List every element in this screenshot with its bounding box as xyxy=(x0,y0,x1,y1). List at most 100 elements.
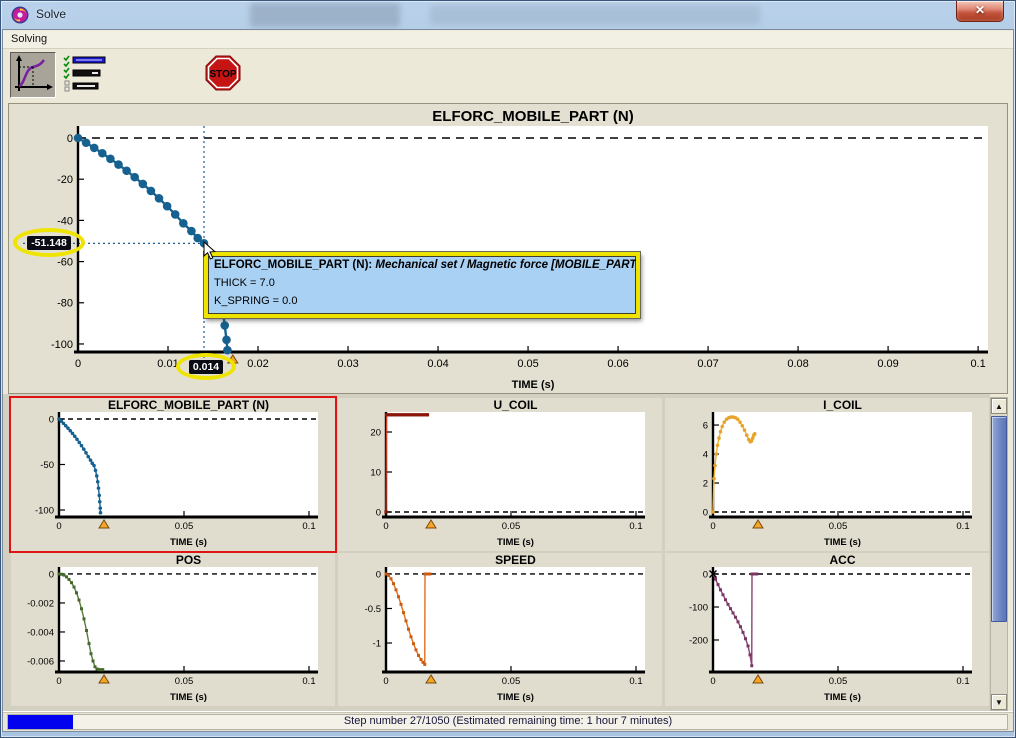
svg-text:-100: -100 xyxy=(35,505,54,516)
svg-text:6: 6 xyxy=(703,420,708,431)
svg-text:-0.004: -0.004 xyxy=(27,627,54,638)
svg-text:-100: -100 xyxy=(51,339,73,351)
svg-text:0.05: 0.05 xyxy=(175,676,194,687)
chart-thumb-icoil[interactable]: I_COIL 0 0.05 0.1 0 2 4 6 TIME (s) xyxy=(665,398,989,551)
svg-text:0.05: 0.05 xyxy=(502,521,521,532)
y-value-highlight-ellipse: -51.148 xyxy=(13,228,85,257)
svg-text:0: 0 xyxy=(49,569,54,580)
svg-text:ELFORC_MOBILE_PART (N): ELFORC_MOBILE_PART (N) xyxy=(432,108,633,125)
close-button[interactable]: ✕ xyxy=(956,1,1004,22)
solve-window: Solve ✕ Solving xyxy=(0,0,1016,738)
window-title: Solve xyxy=(36,7,66,21)
svg-text:TIME (s): TIME (s) xyxy=(824,537,861,548)
svg-text:-50: -50 xyxy=(40,460,54,471)
chart-thumb-ucoil[interactable]: U_COIL00.050.101020TIME (s) xyxy=(338,398,662,551)
svg-text:I_COIL: I_COIL xyxy=(823,398,862,412)
svg-text:2: 2 xyxy=(703,478,708,489)
svg-text:0.03: 0.03 xyxy=(337,358,358,370)
x-value-highlight-ellipse: 0.014 xyxy=(176,353,236,380)
svg-text:ACC: ACC xyxy=(830,553,856,567)
svg-text:-0.006: -0.006 xyxy=(27,656,54,667)
tooltip-title: ELFORC_MOBILE_PART (N): xyxy=(214,259,372,271)
svg-text:0: 0 xyxy=(75,358,81,370)
glass-reflection xyxy=(250,3,400,27)
svg-text:0.05: 0.05 xyxy=(502,676,521,687)
svg-text:0: 0 xyxy=(710,521,715,532)
svg-text:4: 4 xyxy=(703,449,708,460)
curve-plot-icon xyxy=(11,53,55,97)
svg-text:0: 0 xyxy=(703,507,708,518)
svg-text:-20: -20 xyxy=(57,174,73,186)
svg-text:20: 20 xyxy=(370,427,381,438)
tooltip-title-detail: Mechanical set / Magnetic force [MOBILE_… xyxy=(372,259,640,271)
chart-thumb-acc[interactable]: ACC 0 0.05 0.1 0 -100 -200 TIME (s) xyxy=(665,553,989,706)
menu-item-solving[interactable]: Solving xyxy=(3,31,55,47)
status-text: Step number 27/1050 (Estimated remaining… xyxy=(3,715,1013,727)
scrollbar-thumb[interactable] xyxy=(991,416,1007,622)
flux-app-icon xyxy=(11,6,29,24)
svg-text:0.1: 0.1 xyxy=(956,521,969,532)
toolbar: STOP xyxy=(3,49,1013,103)
svg-text:0.1: 0.1 xyxy=(629,676,642,687)
scroll-down-button[interactable]: ▼ xyxy=(991,694,1007,710)
svg-text:0: 0 xyxy=(56,521,61,532)
svg-text:0: 0 xyxy=(703,569,708,580)
svg-text:0.04: 0.04 xyxy=(427,358,448,370)
main-chart-elforc[interactable]: ELFORC_MOBILE_PART (N)00.010.020.030.040… xyxy=(8,103,1008,394)
svg-text:-0.5: -0.5 xyxy=(365,604,381,615)
svg-text:0.07: 0.07 xyxy=(697,358,718,370)
svg-text:0: 0 xyxy=(56,676,61,687)
svg-text:-60: -60 xyxy=(57,257,73,269)
svg-text:0.1: 0.1 xyxy=(970,358,985,370)
chart-thumb-speed[interactable]: SPEED00.050.10-0.5-1TIME (s) xyxy=(338,553,662,706)
svg-text:0: 0 xyxy=(67,133,73,145)
svg-text:0.1: 0.1 xyxy=(302,676,315,687)
stop-sign-icon: STOP xyxy=(205,55,241,91)
svg-text:0: 0 xyxy=(710,676,715,687)
svg-text:U_COIL: U_COIL xyxy=(493,398,537,412)
tooltip-param-thick: THICK = 7.0 xyxy=(214,277,630,289)
svg-text:-40: -40 xyxy=(57,215,73,227)
x-value-label: 0.014 xyxy=(189,360,223,374)
stop-button[interactable]: STOP xyxy=(205,55,241,91)
svg-text:TIME (s): TIME (s) xyxy=(497,537,534,548)
svg-text:TIME (s): TIME (s) xyxy=(170,692,207,703)
svg-text:STOP: STOP xyxy=(209,69,236,80)
tooltip-param-kspring: K_SPRING = 0.0 xyxy=(214,295,630,307)
svg-text:0.05: 0.05 xyxy=(175,521,194,532)
svg-text:0.1: 0.1 xyxy=(956,676,969,687)
svg-text:-0.002: -0.002 xyxy=(27,598,54,609)
svg-text:0.05: 0.05 xyxy=(829,676,848,687)
svg-text:TIME (s): TIME (s) xyxy=(512,379,555,391)
step-list-icon xyxy=(62,52,108,96)
svg-text:0: 0 xyxy=(49,414,54,425)
svg-text:0.08: 0.08 xyxy=(787,358,808,370)
curve-monitor-button[interactable] xyxy=(10,52,56,98)
svg-text:POS: POS xyxy=(176,553,201,567)
menubar: Solving xyxy=(3,31,1013,49)
svg-text:0.1: 0.1 xyxy=(629,521,642,532)
statusbar: Step number 27/1050 (Estimated remaining… xyxy=(3,711,1013,731)
svg-text:TIME (s): TIME (s) xyxy=(170,537,207,548)
svg-text:0.02: 0.02 xyxy=(247,358,268,370)
svg-text:0.09: 0.09 xyxy=(877,358,898,370)
svg-text:-100: -100 xyxy=(689,602,708,613)
titlebar[interactable]: Solve ✕ xyxy=(0,0,1016,30)
svg-text:TIME (s): TIME (s) xyxy=(824,692,861,703)
svg-text:-1: -1 xyxy=(373,638,381,649)
svg-text:0.06: 0.06 xyxy=(607,358,628,370)
chart-thumb-pos[interactable]: POS 0 0.05 0.1 0 -0.002 -0.004 -0.006 TIME (s) xyxy=(11,553,335,706)
svg-text:-80: -80 xyxy=(57,298,73,310)
svg-text:0: 0 xyxy=(376,569,381,580)
svg-text:0.1: 0.1 xyxy=(302,521,315,532)
svg-text:TIME (s): TIME (s) xyxy=(497,692,534,703)
mouse-cursor-icon xyxy=(203,241,219,261)
svg-text:0.05: 0.05 xyxy=(829,521,848,532)
vertical-scrollbar[interactable]: ▲ ▼ xyxy=(990,397,1008,711)
scroll-up-button[interactable]: ▲ xyxy=(991,398,1007,414)
chart-thumb-elforc[interactable]: ELFORC_MOBILE_PART (N)00.050.10-50-100TI… xyxy=(11,398,335,551)
svg-text:0.05: 0.05 xyxy=(517,358,538,370)
svg-text:-200: -200 xyxy=(689,635,708,646)
svg-text:0: 0 xyxy=(376,507,381,518)
step-list-button[interactable] xyxy=(62,52,110,98)
